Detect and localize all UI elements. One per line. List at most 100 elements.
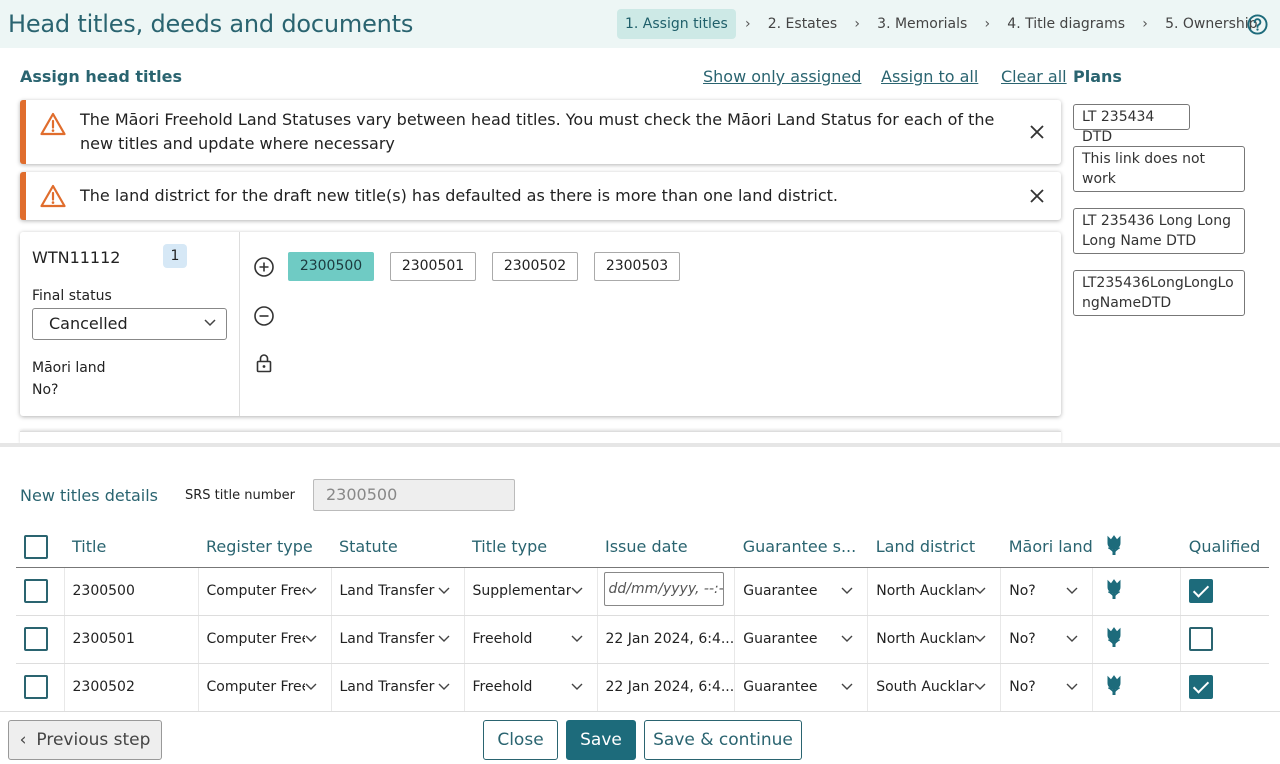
qualified-checkbox[interactable]	[1189, 627, 1214, 651]
qualified-checkbox[interactable]	[1189, 579, 1214, 603]
land-district-select[interactable]: North Auckland	[867, 615, 1002, 664]
title-chip-2300500[interactable]: 2300500	[288, 252, 374, 281]
show-only-assigned-link[interactable]: Show only assigned	[703, 67, 861, 86]
issue-date-input[interactable]: dd/mm/yyyy, --:--	[603, 572, 724, 606]
step-memorials[interactable]: 3. Memorials	[869, 9, 975, 39]
title-type-select[interactable]: Freehold	[464, 663, 598, 712]
chevron-down-icon	[974, 635, 986, 642]
step-title-diagrams[interactable]: 4. Title diagrams	[999, 9, 1133, 39]
title-cell: 2300500	[64, 567, 199, 616]
statute-select[interactable]: Land Transfer Act	[331, 567, 465, 616]
chevron-down-icon	[438, 587, 449, 594]
alert-message: The Māori Freehold Land Statuses vary be…	[80, 110, 995, 153]
close-icon[interactable]	[1029, 188, 1045, 204]
row-select-checkbox[interactable]	[24, 675, 48, 699]
statute-select[interactable]: Land Transfer Act	[331, 663, 465, 712]
maori-land-label: Māori land	[32, 360, 106, 376]
select-all-checkbox[interactable]	[24, 534, 48, 559]
land-district-select[interactable]: South Auckland	[867, 663, 1002, 712]
warning-alert-maori-status: The Māori Freehold Land Statuses vary be…	[20, 100, 1061, 164]
step-assign-titles[interactable]: 1. Assign titles	[617, 9, 736, 39]
guarantee-status-select-value: Guarantee	[743, 631, 818, 647]
tulip-cell	[1092, 567, 1182, 616]
register-type-select[interactable]: Computer Freehold Register	[198, 615, 332, 664]
register-type-select[interactable]: Computer Freehold Register	[198, 663, 332, 712]
assign-head-titles-heading: Assign head titles	[20, 67, 183, 86]
previous-step-label: Previous step	[36, 730, 151, 750]
assign-to-all-link[interactable]: Assign to all	[881, 67, 978, 86]
issue-date-cell[interactable]: 22 Jan 2024, 6:4...	[597, 615, 736, 664]
final-status-value: Cancelled	[49, 314, 128, 333]
column-header-statute[interactable]: Statute	[331, 527, 464, 568]
column-header-title-type[interactable]: Title type	[464, 527, 597, 568]
plan-link[interactable]: LT 235434 DTD	[1073, 104, 1190, 145]
register-type-select-value: Computer Freehold Register	[206, 631, 305, 647]
maori-land-select-value: No?	[1009, 583, 1036, 599]
lock-icon[interactable]	[253, 352, 275, 374]
tulip-icon[interactable]	[1105, 579, 1123, 600]
qualified-checkbox[interactable]	[1189, 675, 1214, 699]
maori-land-select[interactable]: No?	[1000, 615, 1094, 664]
column-header-register-type[interactable]: Register type	[198, 527, 331, 568]
previous-step-button[interactable]: ‹ Previous step	[8, 720, 162, 760]
plan-link[interactable]: This link does not work	[1073, 146, 1245, 192]
close-icon[interactable]	[1029, 124, 1045, 140]
land-district-select[interactable]: North Auckland	[867, 567, 1002, 616]
row-select-checkbox[interactable]	[24, 579, 48, 603]
stepper: 1. Assign titles › 2. Estates › 3. Memor…	[617, 9, 1266, 39]
plan-link[interactable]: LT 235436 Long Long Long Name DTD	[1073, 208, 1245, 254]
issue-date-cell[interactable]: 22 Jan 2024, 6:4...	[597, 663, 736, 712]
final-status-select[interactable]: Cancelled	[32, 308, 227, 340]
title-chip-2300502[interactable]: 2300502	[492, 252, 578, 281]
new-titles-table: Title Register type Statute Title type I…	[16, 527, 1269, 712]
column-header-qualified[interactable]: Qualified	[1180, 527, 1269, 568]
tulip-cell	[1092, 663, 1182, 712]
chevron-down-icon	[438, 683, 449, 690]
add-circle-icon[interactable]	[253, 256, 275, 278]
help-icon[interactable]	[1247, 14, 1268, 35]
final-status-label: Final status	[32, 288, 112, 304]
alert-message: The land district for the draft new titl…	[80, 186, 839, 205]
row-select-checkbox[interactable]	[24, 627, 48, 651]
tulip-cell	[1092, 615, 1182, 664]
save-and-continue-button[interactable]: Save & continue	[644, 720, 802, 760]
statute-select-value: Land Transfer Act	[339, 583, 438, 599]
guarantee-status-select[interactable]: Guarantee	[734, 663, 869, 712]
chevron-down-icon	[974, 587, 986, 594]
qualified-cell	[1180, 567, 1269, 616]
chevron-right-icon: ›	[744, 16, 751, 32]
register-type-select[interactable]: Computer Freehold Register	[198, 567, 332, 616]
tulip-icon[interactable]	[1105, 675, 1123, 696]
chevron-down-icon	[974, 683, 986, 690]
close-button[interactable]: Close	[483, 720, 558, 760]
maori-land-select[interactable]: No?	[1000, 663, 1094, 712]
column-header-title[interactable]: Title	[64, 527, 198, 568]
title-cell: 2300501	[64, 615, 199, 664]
land-district-select-value: South Auckland	[876, 679, 974, 695]
step-estates[interactable]: 2. Estates	[760, 9, 845, 39]
statute-select[interactable]: Land Transfer Act	[331, 615, 465, 664]
statute-select-value: Land Transfer Act	[339, 679, 438, 695]
guarantee-status-select[interactable]: Guarantee	[734, 567, 869, 616]
maori-land-value: No?	[32, 382, 59, 398]
column-header-maori-land[interactable]: Māori land	[1000, 527, 1093, 568]
clear-all-link[interactable]: Clear all	[1001, 67, 1067, 86]
title-type-select[interactable]: Freehold	[464, 615, 598, 664]
land-district-select-value: North Auckland	[876, 583, 975, 599]
maori-land-select[interactable]: No?	[1000, 567, 1094, 616]
remove-circle-icon[interactable]	[253, 305, 275, 327]
title-chip-2300503[interactable]: 2300503	[594, 252, 680, 281]
plan-link[interactable]: LT235436LongLongLongNameDTD	[1073, 270, 1245, 316]
guarantee-status-select[interactable]: Guarantee	[734, 615, 869, 664]
srs-title-number-input[interactable]: 2300500	[313, 479, 515, 511]
title-chip-2300501[interactable]: 2300501	[390, 252, 476, 281]
issue-date-value: 22 Jan 2024, 6:4...	[605, 631, 735, 647]
issue-date-value: 22 Jan 2024, 6:4...	[605, 679, 735, 695]
chevron-down-icon	[438, 635, 449, 642]
save-button[interactable]: Save	[566, 720, 636, 760]
tulip-icon[interactable]	[1105, 627, 1123, 648]
title-type-select[interactable]: Supplementary	[464, 567, 598, 616]
column-header-land-district[interactable]: Land district	[867, 527, 1001, 568]
column-header-issue-date[interactable]: Issue date	[597, 527, 735, 568]
column-header-guarantee-status[interactable]: Guarantee s...	[734, 527, 868, 568]
